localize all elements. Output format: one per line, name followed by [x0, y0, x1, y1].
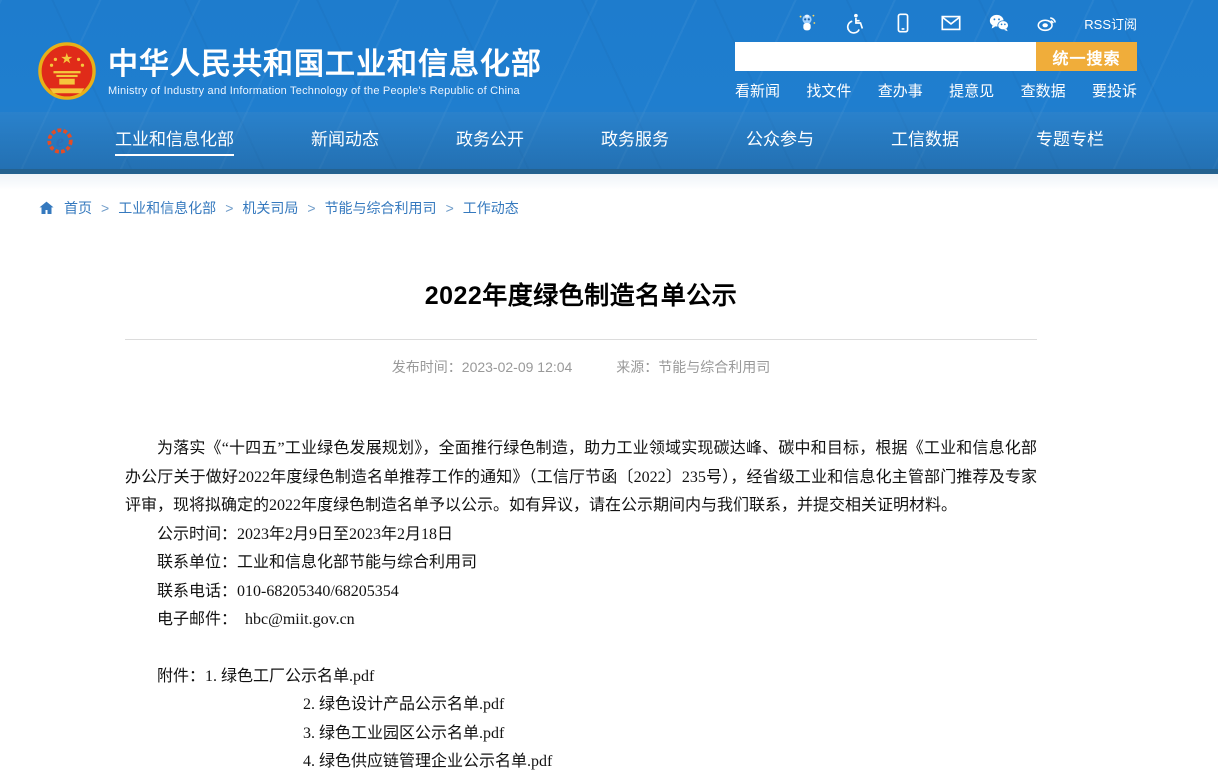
breadcrumb: 首页 > 工业和信息化部 > 机关司局 > 节能与综合利用司 > 工作动态 [0, 174, 1218, 242]
nav-item-miit-data[interactable]: 工信数据 [891, 125, 959, 156]
attachment-green-factory-pdf[interactable]: 1. 绿色工厂公示名单.pdf [205, 668, 374, 685]
weibo-icon[interactable] [1036, 12, 1058, 34]
quick-link-data[interactable]: 查数据 [1021, 80, 1066, 101]
nav-item-gov-disclosure[interactable]: 政务公开 [456, 125, 524, 156]
breadcrumb-miit[interactable]: 工业和信息化部 [118, 198, 216, 218]
header-main: 中华人民共和国工业和信息化部 Ministry of Industry and … [0, 38, 1218, 112]
source-value: 节能与综合利用司 [658, 359, 770, 375]
breadcrumb-separator: > [446, 200, 454, 216]
contact-phone-line: 联系电话：010-68205340/68205354 [125, 578, 1037, 607]
breadcrumb-departments[interactable]: 机关司局 [242, 198, 298, 218]
quick-links: 看新闻 找文件 查办事 提意见 查数据 要投诉 [735, 80, 1137, 101]
quick-link-feedback[interactable]: 提意见 [949, 80, 994, 101]
breadcrumb-separator: > [307, 200, 315, 216]
publish-time-label: 发布时间： [392, 359, 462, 375]
nav-item-public-participation[interactable]: 公众参与 [746, 125, 814, 156]
breadcrumb-home[interactable]: 首页 [64, 198, 92, 218]
breadcrumb-separator: > [225, 200, 233, 216]
contact-email-line: 电子邮件： hbc@miit.gov.cn [125, 606, 1037, 635]
quick-link-services[interactable]: 查办事 [878, 80, 923, 101]
article-paragraph: 为落实《“十四五”工业绿色发展规划》，全面推行绿色制造，助力工业领域实现碳达峰、… [125, 435, 1037, 521]
topbar: RSS订阅 [0, 8, 1218, 38]
mobile-icon[interactable] [892, 12, 914, 34]
unified-search-input[interactable] [735, 42, 1036, 71]
attachment-green-supply-chain-pdf[interactable]: 4. 绿色供应链管理企业公示名单.pdf [303, 753, 552, 770]
brand[interactable]: 中华人民共和国工业和信息化部 Ministry of Industry and … [38, 42, 542, 102]
publish-time-value: 2023-02-09 12:04 [462, 359, 573, 375]
national-emblem-icon [38, 42, 96, 102]
attachment-green-industrial-parks-pdf[interactable]: 3. 绿色工业园区公示名单.pdf [303, 725, 504, 742]
contact-unit-line: 联系单位：工业和信息化部节能与综合利用司 [125, 549, 1037, 578]
quick-link-documents[interactable]: 找文件 [806, 80, 851, 101]
mail-icon[interactable] [940, 12, 962, 34]
nav-item-gov-services[interactable]: 政务服务 [601, 125, 669, 156]
site-title-cn: 中华人民共和国工业和信息化部 [108, 48, 542, 82]
svg-text:e: e [56, 131, 64, 151]
rss-subscribe-link[interactable]: RSS订阅 [1084, 14, 1137, 33]
ai-assistant-icon[interactable] [796, 12, 818, 34]
attachment-green-design-products-pdf[interactable]: 2. 绿色设计产品公示名单.pdf [303, 696, 504, 713]
unified-search-button[interactable]: 统一搜索 [1036, 42, 1137, 71]
breadcrumb-separator: > [101, 200, 109, 216]
nav-item-news[interactable]: 新闻动态 [311, 125, 379, 156]
article-title: 2022年度绿色制造名单公示 [125, 276, 1037, 312]
attachments-label: 附件： [157, 668, 205, 685]
article-body: 为落实《“十四五”工业绿色发展规划》，全面推行绿色制造，助力工业领域实现碳达峰、… [125, 435, 1037, 777]
article-meta: 发布时间：2023-02-09 12:04 来源：节能与综合利用司 [125, 357, 1037, 377]
site-title-en: Ministry of Industry and Information Tec… [108, 85, 542, 97]
wechat-icon[interactable] [988, 12, 1010, 34]
quick-link-complaint[interactable]: 要投诉 [1092, 80, 1137, 101]
search-area: 统一搜索 看新闻 找文件 查办事 提意见 查数据 要投诉 [735, 42, 1137, 101]
source-label: 来源： [616, 359, 658, 375]
title-divider [125, 339, 1037, 340]
article: 2022年度绿色制造名单公示 发布时间：2023-02-09 12:04 来源：… [125, 276, 1037, 777]
brand-titles: 中华人民共和国工业和信息化部 Ministry of Industry and … [108, 48, 542, 97]
breadcrumb-energy-dept[interactable]: 节能与综合利用司 [325, 198, 437, 218]
nav-items: 工业和信息化部 新闻动态 政务公开 政务服务 公众参与 工信数据 专题专栏 [115, 125, 1104, 156]
publicity-period-line: 公示时间：2023年2月9日至2023年2月18日 [125, 521, 1037, 550]
accessibility-icon[interactable] [844, 12, 866, 34]
nav-item-miit[interactable]: 工业和信息化部 [115, 125, 234, 156]
miit-e-logo-icon[interactable]: e [45, 126, 75, 156]
main-navbar: e 工业和信息化部 新闻动态 政务公开 政务服务 公众参与 工信数据 专题专栏 [0, 112, 1218, 174]
home-icon[interactable] [38, 200, 55, 216]
quick-link-news[interactable]: 看新闻 [735, 80, 780, 101]
nav-item-special-topics[interactable]: 专题专栏 [1036, 125, 1104, 156]
breadcrumb-work-updates[interactable]: 工作动态 [463, 198, 519, 218]
attachments: 附件：1. 绿色工厂公示名单.pdf 2. 绿色设计产品公示名单.pdf 3. … [125, 663, 1037, 777]
site-header: RSS订阅 中华人民共和国工业和信息化部 Ministry of Industr… [0, 0, 1218, 174]
